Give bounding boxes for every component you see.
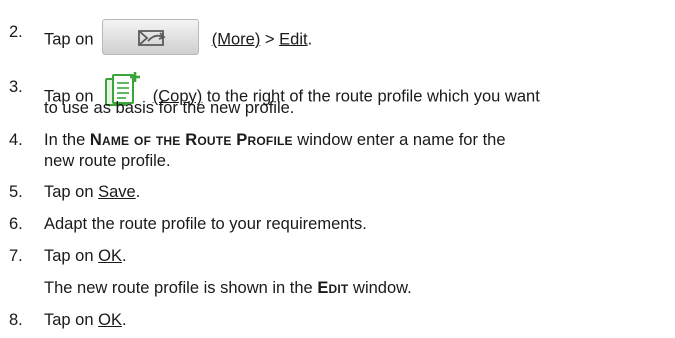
step-number: 3. <box>9 78 23 96</box>
period: . <box>121 311 127 329</box>
step-text: Tap on OK. <box>44 310 127 330</box>
result-text-post: window. <box>348 279 412 297</box>
step-text: Tap on (More) > Edit. <box>44 19 313 58</box>
step-text: Adapt the route profile to your requirem… <box>44 215 367 233</box>
period: . <box>307 30 313 49</box>
step-text-pre: Tap on <box>44 30 94 49</box>
separator: > <box>260 30 280 49</box>
step-text-pre: Tap on <box>44 247 99 265</box>
step-result-text: The new route profile is shown in the Ed… <box>44 278 412 298</box>
save-link[interactable]: Save <box>98 183 136 201</box>
period: . <box>121 247 127 265</box>
edit-link[interactable]: Edit <box>279 30 307 48</box>
step-number: 5. <box>9 183 23 201</box>
step-text: to use as basis for the new profile. <box>44 99 295 117</box>
step-number: 7. <box>9 247 23 265</box>
period: . <box>135 183 141 201</box>
step-text-pre: Tap on <box>44 311 99 329</box>
step-number: 6. <box>9 215 23 233</box>
step-text: In the Name of the Route Profile window … <box>44 130 506 150</box>
ok-link[interactable]: OK <box>98 247 122 265</box>
ok-link[interactable]: OK <box>98 311 122 329</box>
step-text: new route profile. <box>44 152 171 170</box>
step-text: Tap on Save. <box>44 182 140 202</box>
step-number: 8. <box>9 311 23 329</box>
window-name: Edit <box>317 279 349 297</box>
step-text-pre: Tap on <box>44 183 99 201</box>
more-link[interactable]: (More) <box>212 30 261 48</box>
result-text-pre: The new route profile is shown in the <box>44 279 318 297</box>
step-text: Tap on OK. <box>44 246 127 266</box>
step-number: 4. <box>9 131 23 149</box>
step-text-pre: In the <box>44 131 90 149</box>
step-text-post: window enter a name for the <box>292 131 506 149</box>
more-button-icon <box>102 19 200 55</box>
step-number: 2. <box>9 23 23 41</box>
window-name: Name of the Route Profile <box>89 131 293 149</box>
